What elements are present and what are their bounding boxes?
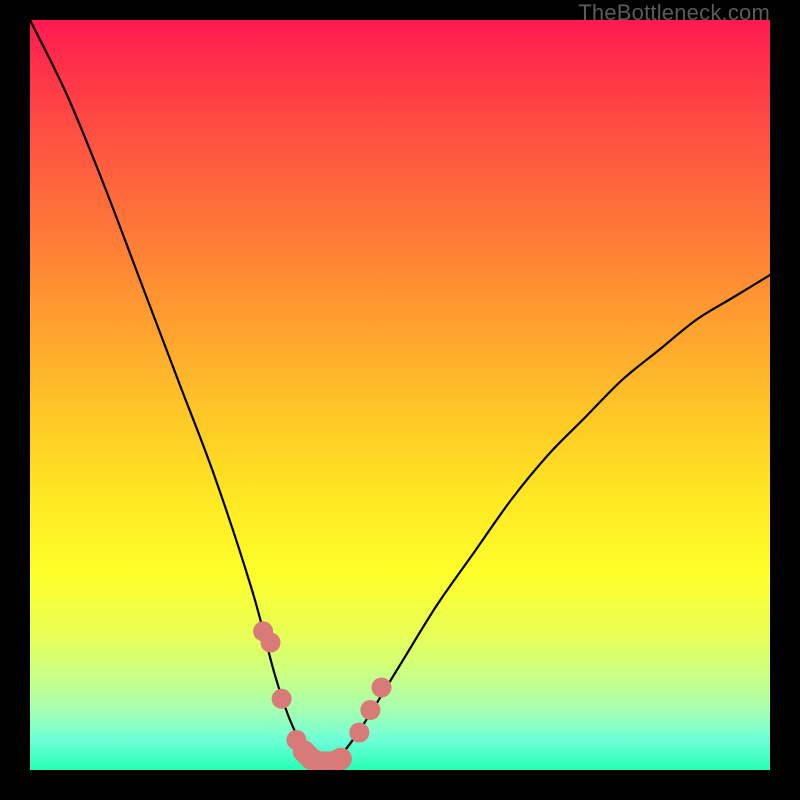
bottleneck-curve — [30, 20, 770, 764]
chart-svg — [30, 20, 770, 770]
marker-dot — [372, 678, 392, 698]
watermark-text: TheBottleneck.com — [578, 0, 770, 26]
marker-group — [253, 621, 391, 770]
marker-dot — [272, 689, 292, 709]
chart-frame: TheBottleneck.com — [0, 0, 800, 800]
marker-dot — [360, 700, 380, 720]
plot-area — [30, 20, 770, 770]
marker-dot — [349, 723, 369, 743]
marker-dot — [330, 748, 352, 770]
marker-dot — [261, 633, 281, 653]
